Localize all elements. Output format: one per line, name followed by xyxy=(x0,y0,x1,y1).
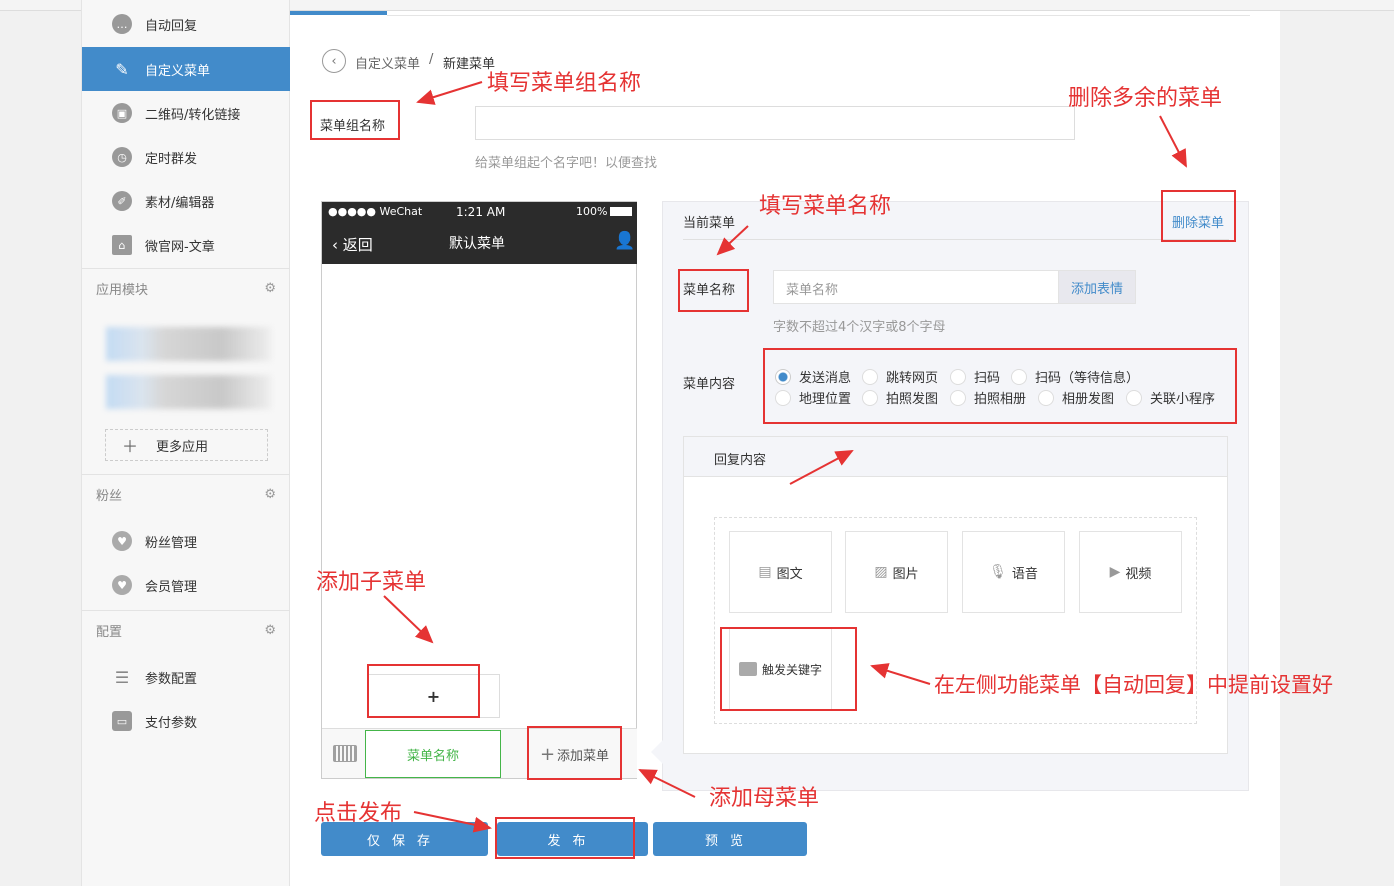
arrow-group-name xyxy=(416,81,483,105)
annotation-keyword-note: 在左侧功能菜单【自动回复】中提前设置好 xyxy=(934,673,1333,697)
annotation-add-sub: 添加子菜单 xyxy=(316,570,427,595)
annotation-fill-name: 填写菜单名称 xyxy=(759,194,892,219)
arrow-add-menu xyxy=(638,769,696,798)
annotation-delete-extra: 删除多余的菜单 xyxy=(1068,86,1223,111)
arrow-menu-name xyxy=(716,225,749,256)
arrow-delete xyxy=(1159,115,1187,168)
annotation-fill-group: 填写菜单组名称 xyxy=(487,71,642,96)
arrow-publish xyxy=(413,811,492,833)
arrow-keyword xyxy=(870,663,931,685)
annotation-arrows xyxy=(383,81,1187,833)
arrow-sub-add xyxy=(383,595,434,644)
arrow-reply xyxy=(789,450,854,485)
annotation-click-publish: 点击发布 xyxy=(314,801,403,826)
annotation-add-parent: 添加母菜单 xyxy=(709,786,820,811)
